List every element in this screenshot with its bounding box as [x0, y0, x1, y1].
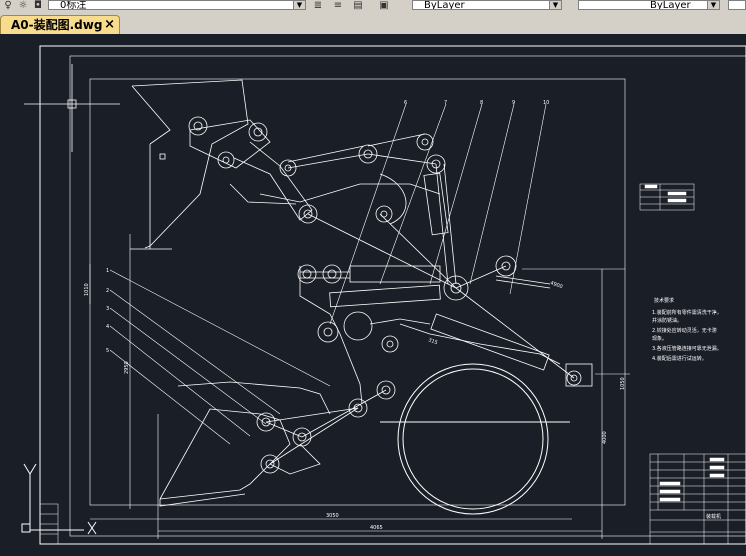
part-number: 5 [106, 348, 109, 354]
tech-line: 4.装配后需进行试运转。 [652, 355, 707, 362]
tech-line: 现象。 [652, 335, 667, 342]
upper-bucket [130, 79, 249, 250]
revision-strip [39, 503, 59, 545]
dim-label: 315 [427, 337, 438, 346]
wheel [380, 363, 570, 515]
drawing-canvas[interactable]: 3050 4065 4000 2950 1010 4900 1050 315 6… [0, 34, 746, 556]
part-number: 10 [543, 100, 549, 106]
drawing-border [39, 45, 746, 545]
close-icon[interactable]: × [104, 16, 115, 34]
part-number: 8 [480, 100, 483, 106]
tech-heading: 技术要求 [654, 297, 674, 304]
part-number: 2 [106, 288, 109, 294]
upper-linkage [188, 116, 446, 225]
tech-line: 3.各液压管路连接可靠无泄漏。 [652, 345, 722, 352]
style-icon[interactable]: ≣ [312, 0, 324, 11]
ucs-icon [21, 463, 97, 535]
tech-requirements: 技术要求 1.装配前所有零件需清洗干净， 并涂防锈油。 2.铰接处应转动灵活，无… [652, 297, 722, 362]
layer-icon[interactable]: ▣ [378, 0, 390, 11]
lock-icon[interactable]: ◘ [32, 0, 44, 11]
title-block-label: 装载机 [706, 513, 721, 520]
crosshair-cursor [24, 64, 120, 152]
lineweight-combo[interactable] [728, 0, 746, 10]
part-numbers: 6 7 8 9 10 1 2 3 4 5 [106, 100, 549, 354]
dimstyle-combo[interactable]: 0标注 ▼ [48, 0, 306, 10]
tab-document[interactable]: A0-装配图.dwg × [0, 15, 120, 34]
dim-label: 1010 [84, 283, 90, 296]
layer-combo[interactable]: ByLayer ▼ [412, 0, 562, 10]
title-block: 装载机 [649, 453, 746, 545]
tab-label: A0-装配图.dwg [11, 18, 103, 32]
part-number: 4 [106, 324, 109, 330]
sun-icon[interactable]: ☼ [17, 0, 29, 11]
document-tab-bar: A0-装配图.dwg × [0, 12, 746, 34]
part-number: 6 [404, 100, 407, 106]
table-icon[interactable]: ▤ [352, 0, 364, 11]
bulb-icon[interactable]: ♀ [2, 0, 14, 11]
tech-line: 并涂防锈油。 [652, 317, 682, 324]
linetype-combo[interactable]: ByLayer ▼ [578, 0, 720, 10]
mid-linkage [297, 213, 593, 405]
text-style-icon[interactable]: ≡ [332, 0, 344, 11]
dim-label: 4900 [549, 280, 563, 290]
view-frame [89, 78, 626, 506]
dim-label: 2950 [124, 361, 130, 374]
dim-label: 4065 [370, 525, 383, 531]
part-number: 3 [106, 306, 109, 312]
tech-line: 1.装配前所有零件需清洗干净， [652, 309, 722, 316]
chevron-down-icon[interactable]: ▼ [707, 1, 719, 9]
lower-bucket [159, 380, 396, 507]
part-number: 1 [106, 268, 109, 274]
dim-label: 1050 [620, 377, 626, 390]
drawing-svg: 3050 4065 4000 2950 1010 4900 1050 315 6… [21, 45, 746, 545]
parameter-table [639, 183, 695, 211]
layer-value: ByLayer [424, 0, 465, 10]
chevron-down-icon[interactable]: ▼ [549, 1, 561, 9]
tech-line: 2.铰接处应转动灵活，无卡滞 [652, 327, 717, 334]
linetype-value: ByLayer [650, 0, 691, 10]
dim-label: 3050 [326, 513, 339, 519]
dim-label: 4000 [602, 431, 608, 444]
dimstyle-value: 0标注 [60, 0, 87, 10]
chevron-down-icon[interactable]: ▼ [293, 1, 305, 9]
part-number: 9 [512, 100, 515, 106]
part-number: 7 [444, 100, 447, 106]
